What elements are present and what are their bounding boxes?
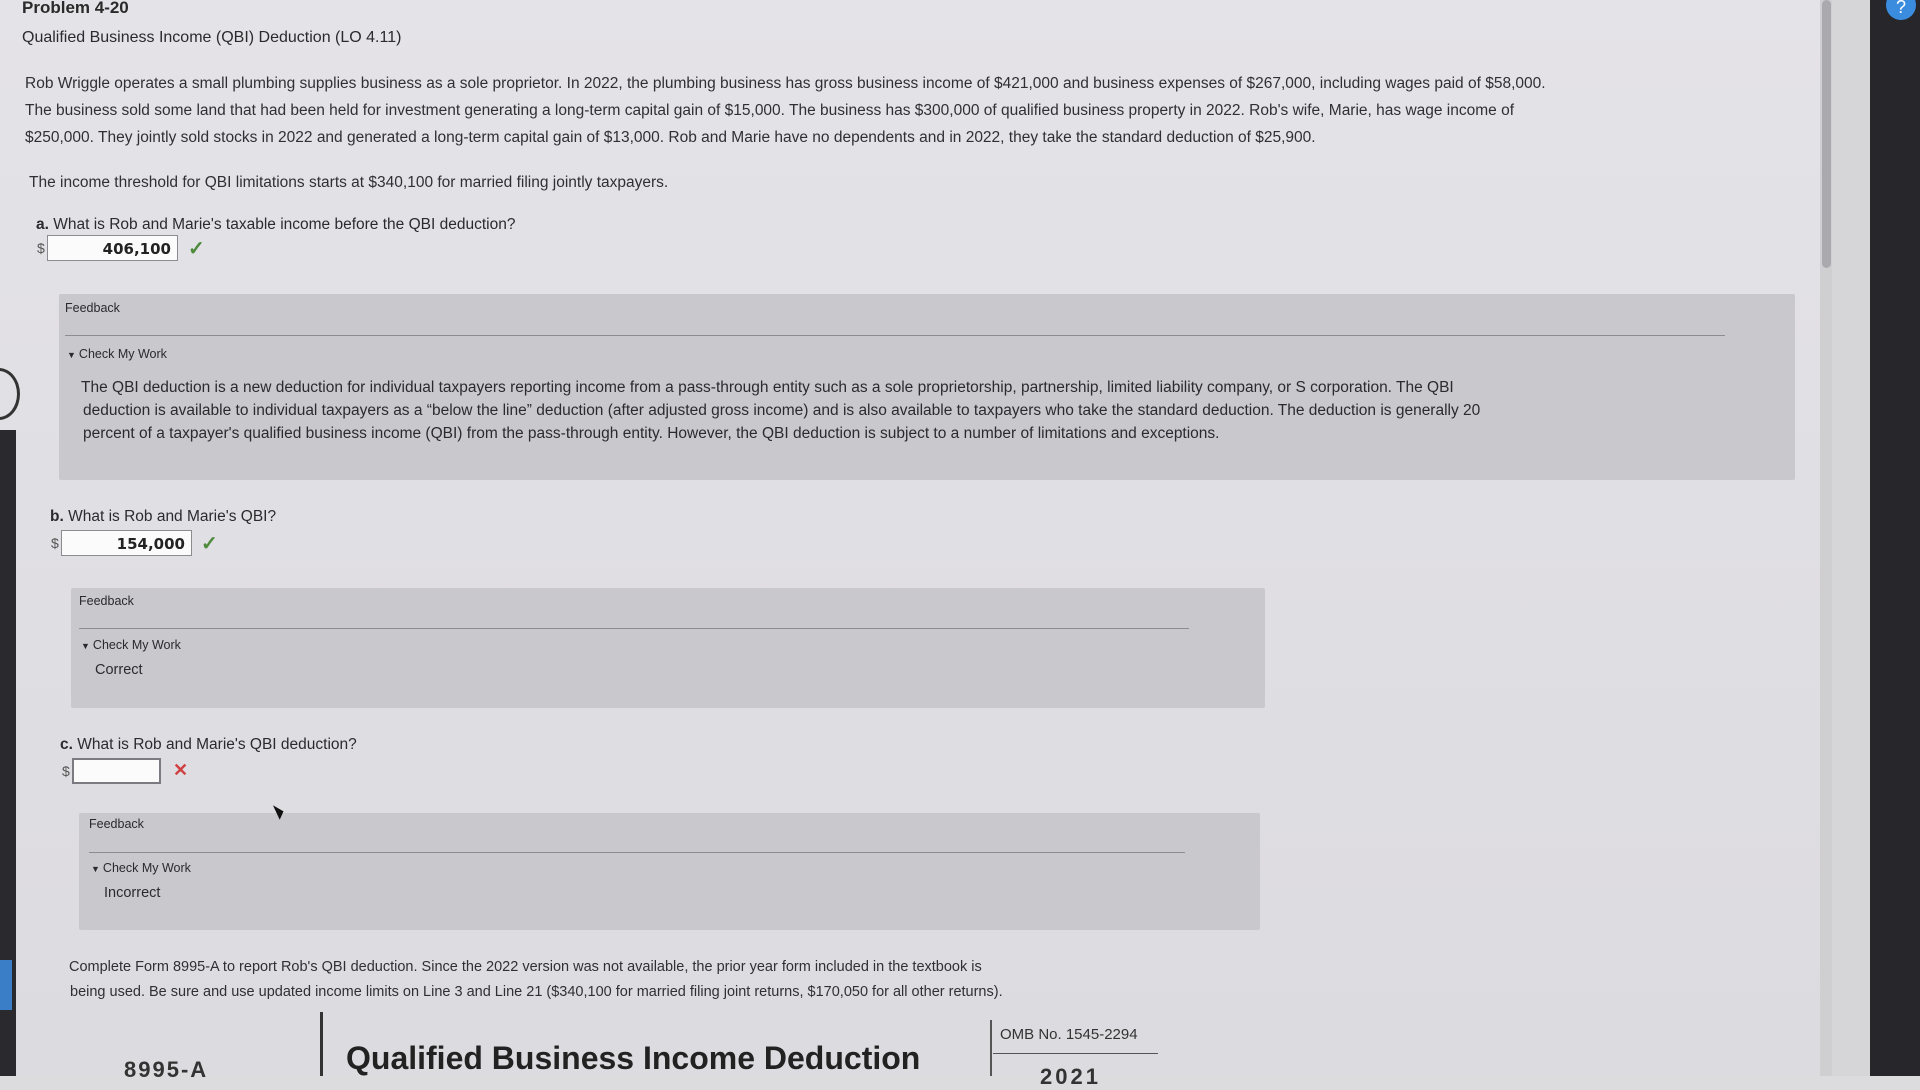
scenario-line-3: $250,000. They jointly sold stocks in 20… <box>25 129 1316 146</box>
bezel-light <box>0 960 12 1010</box>
problem-subtitle: Qualified Business Income (QBI) Deductio… <box>22 29 402 46</box>
check-my-work-label: Check My Work <box>102 861 191 875</box>
question-c: c. What is Rob and Marie's QBI deduction… <box>60 736 357 754</box>
form-divider <box>990 1020 992 1076</box>
form-year: 2021 <box>1040 1064 1101 1089</box>
threshold-text: The income threshold for QBI limitations… <box>29 174 669 191</box>
question-a-text: What is Rob and Marie's taxable income b… <box>53 216 516 233</box>
collapse-triangle-icon: ▼ <box>67 350 76 360</box>
question-b-text: What is Rob and Marie's QBI? <box>68 508 277 525</box>
form-divider <box>993 1053 1158 1054</box>
feedback-divider <box>79 628 1189 629</box>
answer-a-input[interactable]: 406,100 <box>47 235 178 261</box>
scenario-line-2: The business sold some land that had bee… <box>25 102 1515 119</box>
scenario-line-1: Rob Wriggle operates a small plumbing su… <box>25 75 1546 92</box>
question-b: b. What is Rob and Marie's QBI? <box>50 508 276 526</box>
feedback-a-line-1: The QBI deduction is a new deduction for… <box>81 379 1454 396</box>
omb-number: OMB No. 1545-2294 <box>1000 1026 1138 1043</box>
currency-symbol: $ <box>37 240 45 256</box>
form-instructions-line-2: being used. Be sure and use updated inco… <box>70 984 1003 1000</box>
feedback-b-result: Correct <box>95 662 143 678</box>
form-divider <box>320 1012 323 1076</box>
currency-symbol: $ <box>51 535 59 551</box>
scrollbar-thumb[interactable] <box>1822 0 1831 268</box>
feedback-panel-b: Feedback ▼ Check My Work Correct <box>71 588 1265 708</box>
question-a-letter: a. <box>36 216 49 233</box>
feedback-divider <box>89 852 1185 853</box>
check-icon: ✓ <box>201 533 218 555</box>
collapse-triangle-icon: ▼ <box>91 864 100 874</box>
check-my-work-label: Check My Work <box>92 638 181 652</box>
x-icon: ✕ <box>173 760 189 780</box>
feedback-label: Feedback <box>89 817 144 831</box>
form-number: 8995-A <box>124 1057 209 1082</box>
feedback-panel-a: Feedback ▼ Check My Work The QBI deductio… <box>59 294 1795 480</box>
feedback-panel-c: Feedback ▼ Check My Work Incorrect <box>79 813 1260 930</box>
check-my-work-toggle[interactable]: ▼ Check My Work <box>81 638 181 652</box>
feedback-label: Feedback <box>79 594 134 608</box>
feedback-divider <box>65 335 1725 336</box>
currency-symbol: $ <box>62 763 70 779</box>
question-c-text: What is Rob and Marie's QBI deduction? <box>77 736 357 753</box>
form-title: Qualified Business Income Deduction <box>346 1040 921 1076</box>
check-my-work-toggle[interactable]: ▼ Check My Work <box>91 861 191 875</box>
form-instructions-line-1: Complete Form 8995-A to report Rob's QBI… <box>69 959 982 975</box>
feedback-a-line-2: deduction is available to individual tax… <box>83 402 1481 419</box>
answer-b-input[interactable]: 154,000 <box>61 530 192 556</box>
question-a: a. What is Rob and Marie's taxable incom… <box>36 216 515 234</box>
screen-bezel-right <box>1870 0 1920 1076</box>
question-c-letter: c. <box>60 736 73 753</box>
problem-title: Problem 4-20 <box>22 0 129 17</box>
question-b-letter: b. <box>50 508 64 525</box>
right-margin <box>1832 0 1870 1076</box>
collapse-triangle-icon: ▼ <box>81 641 90 651</box>
check-my-work-toggle[interactable]: ▼ Check My Work <box>67 347 167 361</box>
feedback-c-result: Incorrect <box>104 885 161 901</box>
check-my-work-label: Check My Work <box>78 347 167 361</box>
check-icon: ✓ <box>188 238 205 260</box>
answer-c-input[interactable] <box>72 758 161 784</box>
feedback-a-line-3: percent of a taxpayer's qualified busine… <box>83 425 1220 442</box>
feedback-label: Feedback <box>65 301 120 315</box>
